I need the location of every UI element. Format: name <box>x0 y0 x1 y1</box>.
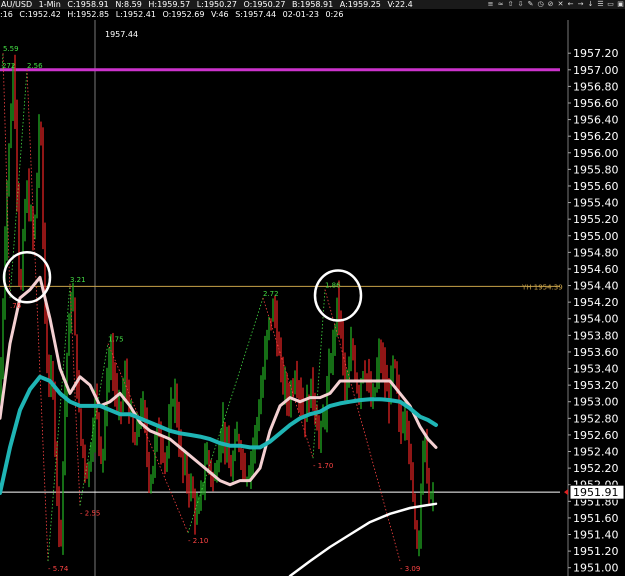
swing-labels: 5.59 272 2.56 .76 3.21 1.75 - 2.55 - 5.74 - 2.10… <box>2 45 420 573</box>
price-tick-label: 1952.60 <box>573 429 619 442</box>
price-chart[interactable]: 1957.44 YH 1954.39 5.59 272 2.56 .76 3.21 1.7… <box>0 20 625 576</box>
price-tick-label: 1952.80 <box>573 412 619 425</box>
price-tick-label: 1953.80 <box>573 329 619 342</box>
price-tick-label: 1954.00 <box>573 313 619 326</box>
info-time: :16 <box>0 10 13 19</box>
clock-icon[interactable]: ◷ <box>536 0 545 9</box>
price-tick-label: 1955.40 <box>573 197 619 210</box>
price-tick-label: 1957.20 <box>573 47 619 60</box>
swing-label: - 1.70 <box>313 462 333 470</box>
pencil-icon[interactable]: ✎ <box>526 0 535 9</box>
price-axis: 1957.20 1957.00 1956.80 1956.60 1956.40 1956.… <box>564 47 625 575</box>
price-tick-label: 1956.60 <box>573 97 619 110</box>
swing-label: - 2.55 <box>80 509 100 517</box>
current-price-marker <box>564 489 568 496</box>
price-tick-label: 1954.80 <box>573 246 619 259</box>
swing-label: - 3.09 <box>400 565 420 573</box>
swing-label: 3.21 <box>70 276 86 284</box>
swing-label: 1.86 <box>325 282 341 290</box>
swing-label: - 5.74 <box>48 565 69 573</box>
price-tick-label: 1951.40 <box>573 529 619 542</box>
swing-segment <box>324 289 401 562</box>
list-icon[interactable]: ☰ <box>596 0 605 9</box>
price-tick-label: 1956.80 <box>573 80 619 93</box>
info-clock: 0:26 <box>325 10 344 19</box>
price-tick-label: 1954.60 <box>573 263 619 276</box>
arrow-left-icon[interactable]: ← <box>566 0 575 9</box>
arrow-up-icon[interactable]: ⇧ <box>506 0 515 9</box>
swing-label: 2.72 <box>263 290 279 298</box>
swing-label: 5.59 <box>3 45 19 53</box>
info-high: H:1952.85 <box>67 10 110 19</box>
level-line-label: YH 1954.39 <box>521 283 563 291</box>
price-tick-label: 1953.60 <box>573 346 619 359</box>
double-chevron-up-icon[interactable]: ≈ <box>496 0 505 9</box>
price-tick-label: 1952.20 <box>573 462 619 475</box>
interval-label[interactable]: 1-Min <box>39 0 61 9</box>
window-icon[interactable]: ▣ <box>616 0 625 9</box>
swing-label: 272 <box>2 62 15 70</box>
swing-label: .76 <box>10 302 22 310</box>
info-low: L:1952.41 <box>115 10 156 19</box>
info-date: 02-01-23 <box>282 10 319 19</box>
bar-info-line: :16 C:1952.42 H:1952.85 L:1952.41 O:1952… <box>0 10 625 19</box>
down-arrow-icon[interactable]: ↓ <box>586 0 595 9</box>
swing-label: - 2.10 <box>188 537 208 545</box>
highlight-circle <box>2 251 52 304</box>
price-tick-label: 1955.80 <box>573 163 619 176</box>
price-tick-label: 1956.20 <box>573 130 619 143</box>
crosshair-price-label: 1957.44 <box>105 30 138 39</box>
quote-high: H:1959.57 <box>148 0 191 9</box>
price-tick-label: 1953.00 <box>573 396 619 409</box>
price-bars <box>0 53 434 562</box>
current-price-label: 1951.91 <box>573 486 619 499</box>
quote-close: C:1958.91 <box>67 0 109 9</box>
price-tick-label: 1951.00 <box>573 562 619 575</box>
symbol-label: AU/USD <box>1 0 33 9</box>
arrow-right-icon[interactable]: → <box>576 0 585 9</box>
quote-low: L:1950.27 <box>196 0 237 9</box>
swing-label: 1.75 <box>108 336 124 344</box>
quote-bid: B:1958.91 <box>291 0 334 9</box>
price-tick-label: 1953.20 <box>573 379 619 392</box>
quote-open: O:1950.27 <box>243 0 286 9</box>
info-close: C:1952.42 <box>19 10 61 19</box>
price-tick-label: 1955.60 <box>573 180 619 193</box>
chart-toolbar: ≡ ≈ ⇧ ⇩ ✎ ◷ ⊘ ✕ ← → ↓ ☰ ▭ ▣ <box>486 0 625 9</box>
swing-segment <box>79 343 109 506</box>
highlight-circle <box>313 269 363 322</box>
price-tick-label: 1952.40 <box>573 446 619 459</box>
price-tick-label: 1957.00 <box>573 64 619 77</box>
quote-volume: V:22.4 <box>387 0 413 9</box>
price-tick-label: 1956.40 <box>573 114 619 127</box>
price-tick-label: 1955.20 <box>573 213 619 226</box>
price-tick-label: 1956.00 <box>573 147 619 160</box>
price-tick-label: 1955.00 <box>573 230 619 243</box>
x-mark-icon[interactable]: ✕ <box>556 0 565 9</box>
price-tick-label: 1951.20 <box>573 545 619 558</box>
info-settle: S:1957.44 <box>235 10 277 19</box>
chart-style-icon[interactable]: ≡ <box>486 0 495 9</box>
price-tick-label: 1954.20 <box>573 296 619 309</box>
arrow-down-icon[interactable]: ⇩ <box>516 0 525 9</box>
no-entry-icon[interactable]: ⊘ <box>546 0 555 9</box>
price-tick-label: 1954.40 <box>573 280 619 293</box>
quote-net: N:8.59 <box>115 0 142 9</box>
price-tick-label: 1951.60 <box>573 512 619 525</box>
price-tick-label: 1953.40 <box>573 363 619 376</box>
info-open: O:1952.69 <box>162 10 205 19</box>
highlight-icon[interactable]: ▭ <box>606 0 615 9</box>
info-volume: V:46 <box>210 10 229 19</box>
swing-label: 2.56 <box>27 62 43 70</box>
swing-segment <box>107 343 189 534</box>
quote-ask: A:1959.25 <box>339 0 381 9</box>
